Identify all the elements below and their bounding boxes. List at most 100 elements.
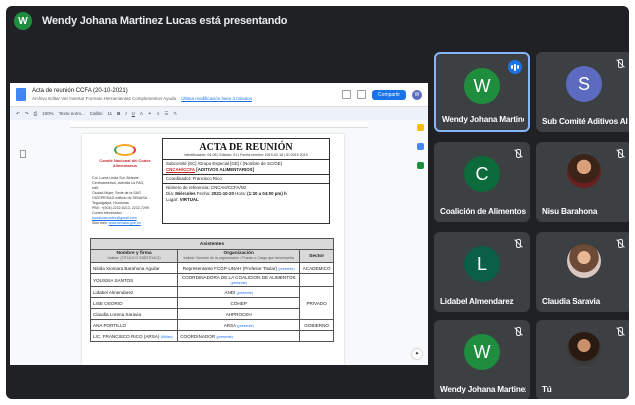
comments-icon[interactable] [342, 90, 352, 99]
doc-menu-items[interactable]: Archivo Editar Ver Insertar Formato Herr… [32, 96, 176, 101]
time-value: (1:30 a 04:00 pm) h [247, 191, 287, 196]
presenting-bar: W Wendy Johana Martinez Lucas está prese… [6, 6, 629, 36]
doc-menu: Archivo Editar Ver Insertar Formato Herr… [32, 96, 252, 101]
print-icon[interactable]: ⎙ [34, 111, 38, 116]
list-icon[interactable]: ☰ [164, 111, 168, 117]
attendee-name: Lidabel Almendarez [89, 286, 179, 298]
doc-titlebar: Acta de reunión CCFA (20-10-2021) Archiv… [10, 83, 428, 107]
table-row: Lidabel Almendarez ANDI (presente) PRIVA… [89, 286, 334, 320]
doc-actions: Compartir W [342, 89, 422, 100]
explore-icon[interactable]: ✦ [412, 349, 422, 359]
presence-chip[interactable]: (presente) [278, 267, 294, 271]
edit-mode-icon[interactable]: ✎ [173, 111, 177, 117]
mic-off-icon [512, 148, 524, 160]
org-text: AHPROCEH [225, 311, 252, 317]
attendee-sector [299, 273, 334, 287]
day-value: Miércoles [175, 191, 196, 196]
web-label: Sitio web: [92, 221, 108, 225]
participant-tile[interactable]: W Wendy Johana Martinez L... [434, 320, 530, 399]
attendee-org: COORDINADOR (presente) [177, 330, 301, 342]
doc-page[interactable]: Comité Nacional del Codex Alimentarius C… [82, 134, 344, 365]
tasks-icon[interactable] [417, 143, 424, 150]
table-row: Claudia Lorena Saravia AHPROCEH [89, 308, 334, 320]
keep-icon[interactable] [417, 124, 424, 131]
participant-tile[interactable]: S Sub Comité Aditivos Alim... [536, 52, 629, 132]
last-edit-link[interactable]: Última modificación hace 3 minutos [181, 96, 252, 101]
subcommittee-row: Subcomité [SC] /Grupo Especial [GE] / (N… [163, 160, 329, 175]
mic-off-icon [512, 326, 524, 338]
place-value: VIRTUAL [179, 197, 199, 202]
attendee-org: ARSA (presente) [177, 319, 301, 331]
codex-logo: Comité Nacional del Codex Alimentarius [94, 144, 156, 172]
undo-icon[interactable]: ↶ [16, 111, 20, 117]
attendee-name: LIC. FRANCISCO RICO (ARSA) (Mirlan) [89, 330, 179, 342]
presence-chip[interactable]: (presente) [231, 281, 247, 285]
participant-name: Nisu Barahona [542, 207, 598, 216]
bold-icon[interactable]: B [117, 111, 120, 116]
participant-name: Claudia Saravia [542, 297, 600, 306]
participant-tile[interactable]: L Lidabel Almendarez [434, 232, 530, 312]
name-text: LIC. FRANCISCO RICO (ARSA) [93, 333, 160, 339]
meet-window: W Wendy Johana Martinez Lucas está prese… [6, 6, 629, 399]
present-icon[interactable] [357, 90, 367, 99]
place-label: Lugar: [166, 197, 179, 202]
align-icon[interactable]: ≡ [157, 111, 160, 116]
outline-icon[interactable] [20, 150, 26, 158]
col-org-header: Organización Indicar: Nombre de la organi… [177, 249, 301, 263]
reference-text: Número de referencia: CNCAH/CCFA/N2 [166, 185, 247, 190]
doc-canvas: Comité Nacional del Codex Alimentarius C… [10, 120, 428, 365]
name-chip[interactable]: (Mirlan) [161, 335, 173, 339]
participant-tile[interactable]: Nisu Barahona [536, 142, 629, 222]
doc-title[interactable]: Acta de reunión CCFA (20-10-2021) [32, 88, 252, 94]
col-sector-header: Sector [299, 249, 334, 263]
date-value: 2021-10-20 [211, 191, 234, 196]
text-color-icon[interactable]: A [140, 111, 143, 116]
doc-toolbar: ↶ ↷ ⎙ 100% Texto norm... Calibri 11 B I … [10, 107, 428, 120]
meeting-details-row: Número de referencia: CNCAH/CCFA/N2 Día:… [163, 184, 329, 204]
avatar: W [464, 334, 500, 370]
mic-off-icon [512, 238, 524, 250]
participant-photo [567, 332, 601, 366]
col-org-sub: Indicar: Nombre de la organización / Pue… [183, 256, 294, 260]
contact-line: Centroamérica, avenida La FAO, edif. [92, 181, 145, 190]
attendee-sector: ACADEMICO [299, 262, 334, 274]
style-select[interactable]: Texto norm... [59, 111, 85, 116]
participant-tile[interactable]: W Wendy Johana Martinez L... [434, 52, 530, 132]
attendee-sector: PRIVADO [299, 286, 334, 320]
presence-chip[interactable]: (presente) [237, 291, 253, 295]
attendee-org: COORDINADORA DE LA COALICION DE ALIMENTO… [177, 273, 301, 287]
participant-tile[interactable]: C Coalición de Alimentos y ... [434, 142, 530, 222]
shared-screen[interactable]: Acta de reunión CCFA (20-10-2021) Archiv… [10, 83, 428, 365]
attendee-name: LISE OSORIO [89, 297, 179, 309]
attendee-name: Claudia Lorena Saravia [89, 308, 179, 320]
zoom-select[interactable]: 100% [42, 111, 54, 116]
table-row: LISE OSORIO COHEP [89, 297, 334, 309]
redo-icon[interactable]: ↷ [25, 111, 29, 117]
meet-icon[interactable] [417, 162, 424, 169]
user-avatar[interactable]: W [412, 89, 422, 100]
col-name-header: Nombre y firma Indicar: (TITULO O SUBTITU… [89, 249, 179, 263]
participant-name: Wendy Johana Martinez L... [440, 385, 526, 394]
subcommittee-text: Subcomité [SC] /Grupo Especial [GE] / (N… [166, 161, 283, 166]
share-button[interactable]: Compartir [372, 89, 406, 100]
contact-info: Col. Loma Linda Sur, Bulevar Centroaméri… [92, 176, 150, 226]
attendee-org: AHPROCEH [177, 308, 301, 320]
presence-chip[interactable]: (presente) [237, 324, 253, 328]
font-size[interactable]: 11 [107, 111, 112, 116]
participant-name: Tú [542, 385, 552, 394]
date-label: Fecha: [196, 191, 211, 196]
link-icon[interactable]: ⚭ [148, 111, 152, 117]
presence-chip[interactable]: (presente) [216, 335, 232, 339]
font-select[interactable]: Calibri [90, 111, 103, 116]
web-link[interactable]: www.senasa.gob.hn [109, 221, 141, 225]
avatar: W [464, 68, 500, 104]
ruler [70, 122, 368, 128]
italic-icon[interactable]: I [125, 111, 126, 116]
participant-tile[interactable]: Claudia Saravia [536, 232, 629, 312]
table-row: LIC. FRANCISCO RICO (ARSA) (Mirlan) COOR… [89, 330, 334, 342]
underline-icon[interactable]: U [132, 111, 135, 116]
participant-photo [567, 244, 601, 278]
participant-tile-self[interactable]: Tú [536, 320, 629, 399]
docs-logo-icon[interactable] [16, 88, 26, 101]
avatar: S [566, 66, 602, 102]
